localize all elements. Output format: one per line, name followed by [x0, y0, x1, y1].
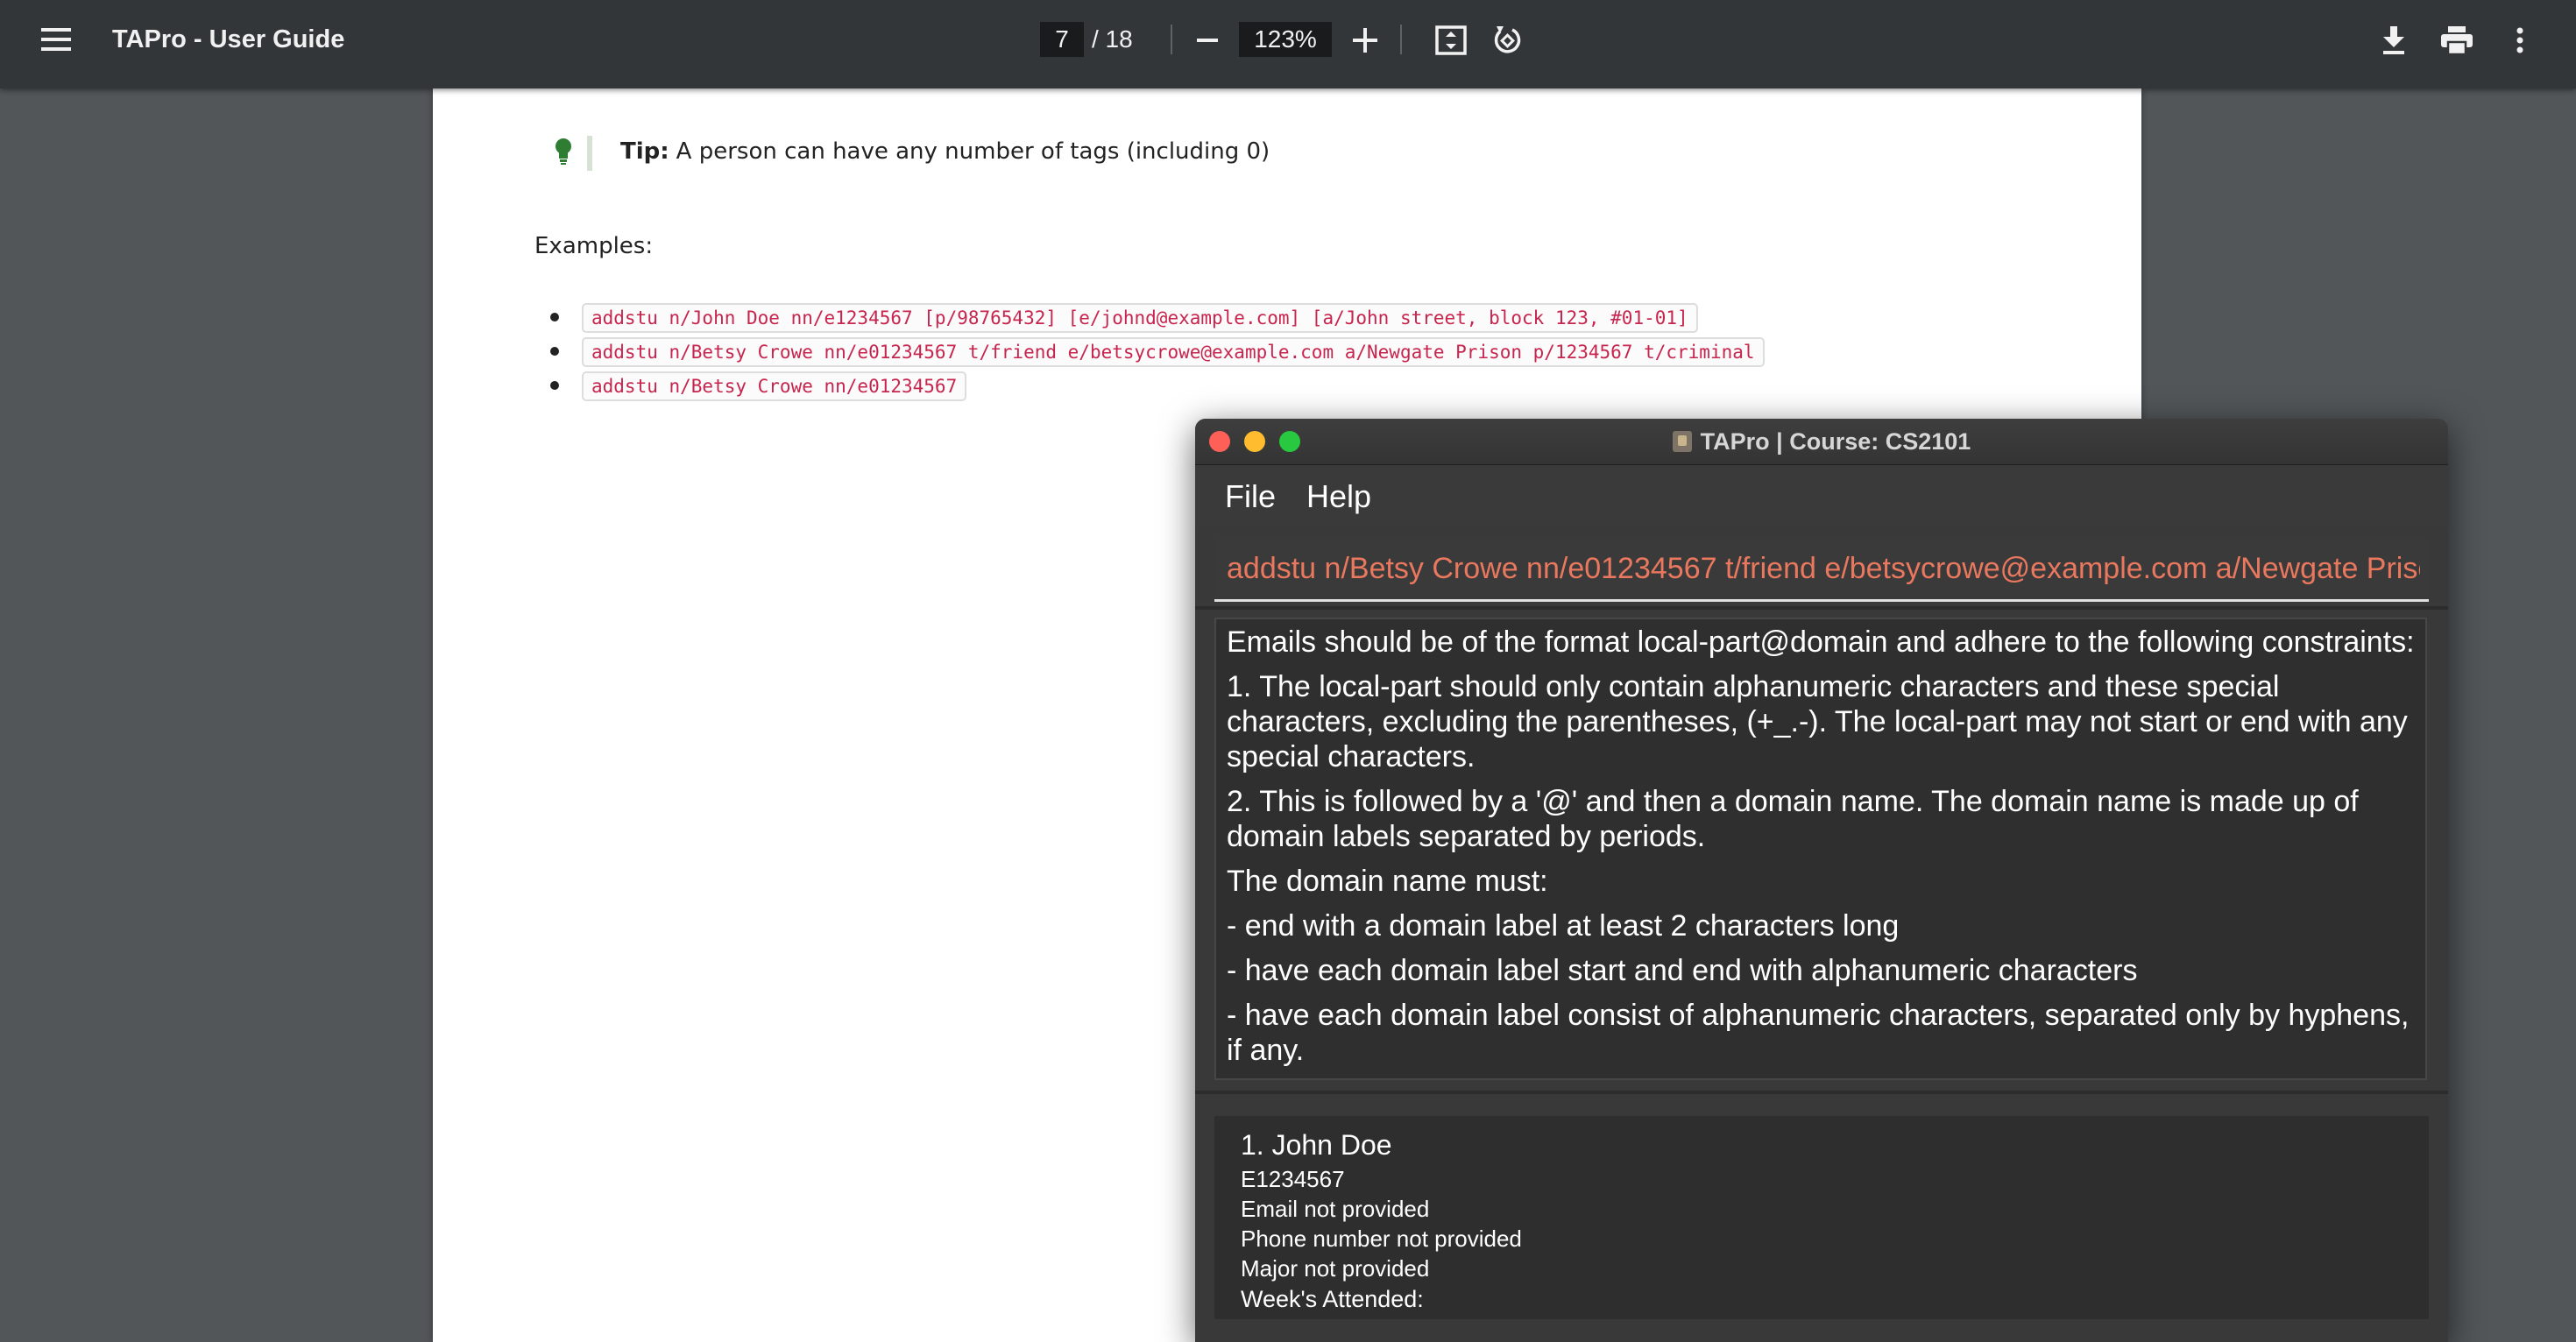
person-name: 1. John Doe: [1241, 1129, 1392, 1161]
menu-file[interactable]: File: [1225, 477, 1276, 516]
page-number-input[interactable]: 7: [1040, 22, 1084, 57]
person-list: 1. John Doe E1234567 Email not provided …: [1195, 1094, 2448, 1342]
result-line: - have each domain label consist of alph…: [1227, 999, 2410, 1067]
examples-list: addstu n/John Doe nn/e1234567 [p/9876543…: [550, 300, 1765, 403]
download-icon[interactable]: [2374, 21, 2413, 60]
tip-label: Tip:: [620, 138, 669, 165]
close-button[interactable]: [1209, 431, 1230, 452]
minus-icon: [1197, 39, 1218, 42]
tip-text: A person can have any number of tags (in…: [676, 138, 1270, 165]
window-title: TAPro | Course: CS2101: [1195, 419, 2448, 464]
bullet: [550, 347, 559, 356]
list-item: addstu n/Betsy Crowe nn/e01234567: [550, 369, 1765, 403]
more-vert-icon[interactable]: [2502, 21, 2537, 60]
maximize-button[interactable]: [1279, 431, 1300, 452]
bullet: [550, 381, 559, 390]
result-line: Emails should be of the format local-par…: [1227, 625, 2415, 659]
person-id: E1234567: [1241, 1166, 1345, 1192]
plus-icon: [1353, 28, 1377, 53]
result-display: Emails should be of the format local-par…: [1214, 618, 2427, 1080]
app-icon: [1672, 431, 1692, 452]
person-major: Major not provided: [1241, 1255, 1430, 1282]
example-code: addstu n/Betsy Crowe nn/e01234567 t/frie…: [582, 336, 1765, 367]
zoom-level[interactable]: 123%: [1239, 22, 1332, 57]
list-item: addstu n/John Doe nn/e1234567 [p/9876543…: [550, 300, 1765, 335]
menu-help[interactable]: Help: [1306, 477, 1371, 516]
person-phone: Phone number not provided: [1241, 1225, 1522, 1252]
command-box: [1214, 538, 2429, 602]
toolbar-divider: [1400, 25, 1402, 54]
window-titlebar[interactable]: TAPro | Course: CS2101: [1195, 419, 2448, 465]
tip-divider: [587, 136, 592, 171]
result-line: 2. This is followed by a '@' and then a …: [1227, 785, 2359, 853]
list-item: addstu n/Betsy Crowe nn/e01234567 t/frie…: [550, 335, 1765, 369]
command-input[interactable]: [1227, 538, 2420, 599]
result-line: The domain name must:: [1227, 865, 1548, 898]
example-code: addstu n/Betsy Crowe nn/e01234567: [582, 371, 967, 401]
rotate-icon[interactable]: [1488, 21, 1526, 60]
page-total: / 18: [1092, 25, 1133, 53]
person-weeks: Week's Attended:: [1241, 1286, 1424, 1312]
person-card[interactable]: 1. John Doe E1234567 Email not provided …: [1214, 1116, 2429, 1319]
lightbulb-icon: [554, 137, 573, 171]
toolbar-divider: [1171, 25, 1172, 54]
person-email: Email not provided: [1241, 1196, 1430, 1222]
result-line: - have each domain label start and end w…: [1227, 954, 2138, 987]
print-icon[interactable]: [2436, 21, 2478, 60]
tapro-window: TAPro | Course: CS2101 File Help Emails …: [1195, 419, 2448, 1342]
fit-page-icon[interactable]: [1432, 21, 1470, 60]
result-line: 1. The local-part should only contain al…: [1227, 670, 2408, 773]
document-title: TAPro - User Guide: [112, 25, 345, 53]
examples-heading: Examples:: [534, 233, 654, 259]
window-title-text: TAPro | Course: CS2101: [1700, 427, 1971, 455]
zoom-in-button[interactable]: [1348, 23, 1383, 58]
example-code: addstu n/John Doe nn/e1234567 [p/9876543…: [582, 302, 1698, 333]
pdf-toolbar: TAPro - User Guide 7 / 18 123%: [0, 0, 2576, 88]
divider: [1195, 606, 2448, 610]
menu-icon[interactable]: [35, 21, 77, 58]
bullet: [550, 313, 559, 321]
minimize-button[interactable]: [1244, 431, 1265, 452]
menu-bar: File Help: [1195, 465, 2448, 526]
result-line: - end with a domain label at least 2 cha…: [1227, 909, 1900, 943]
tip-callout: Tip: A person can have any number of tag…: [620, 132, 1270, 171]
zoom-out-button[interactable]: [1190, 23, 1225, 58]
